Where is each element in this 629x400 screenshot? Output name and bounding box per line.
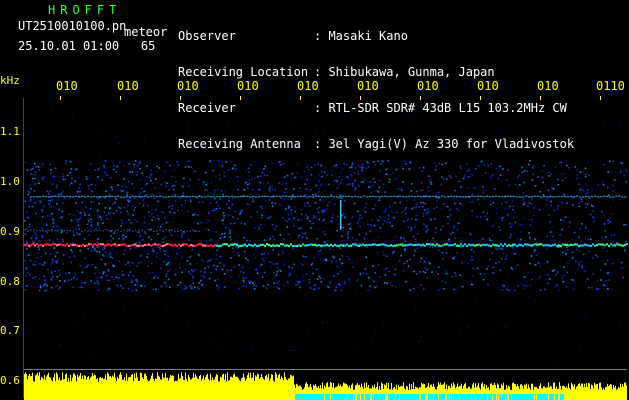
spectrogram-plot <box>23 96 628 400</box>
